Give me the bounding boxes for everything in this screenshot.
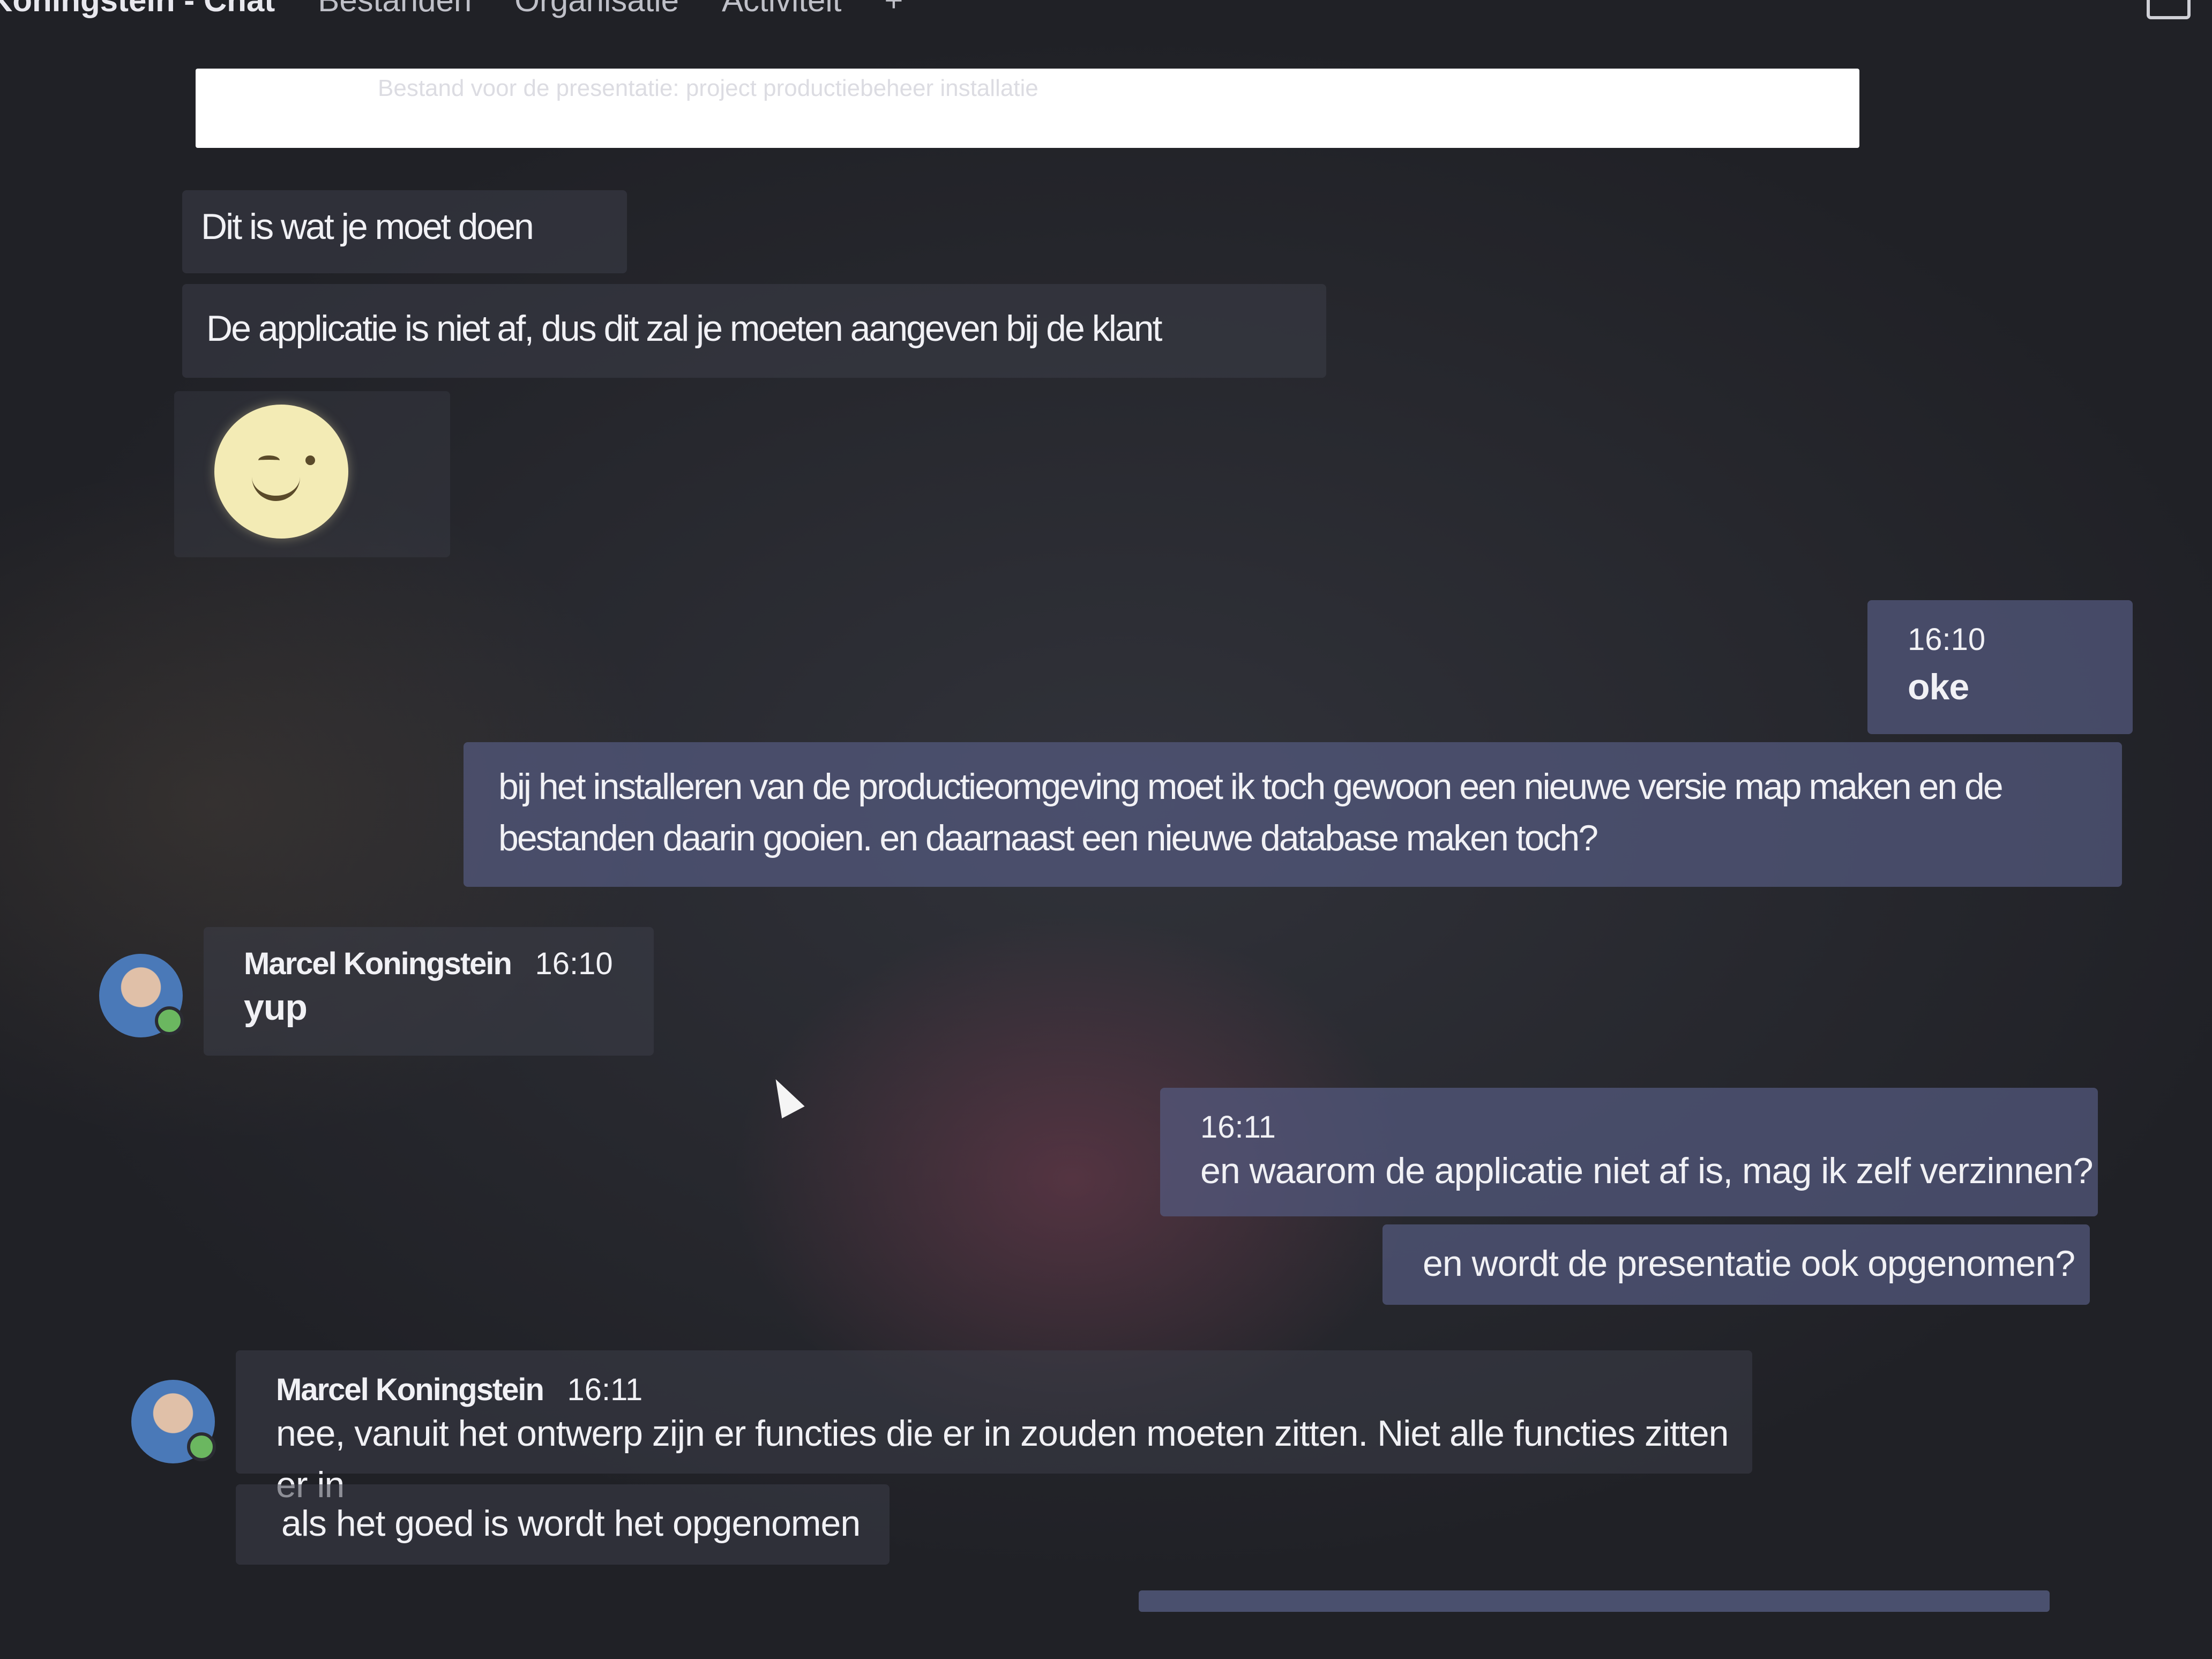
add-tab-button[interactable]: + — [884, 0, 903, 19]
mouse-pointer-icon — [764, 1073, 805, 1119]
emoji-mouth — [252, 464, 300, 501]
emoji-open-eye — [305, 455, 315, 465]
chat-message[interactable]: Marcel Koningstein 16:11 nee, vanuit het… — [236, 1350, 1752, 1505]
chat-header: Koningstein - Chat Bestanden Organisatie… — [0, 0, 2212, 21]
wink-emoji-icon — [214, 405, 348, 539]
message-text: en waarom de applicatie niet af is, mag … — [1200, 1150, 2094, 1191]
message-timestamp: 16:11 — [1200, 1110, 1276, 1145]
message-text: en wordt de presentatie ook opgenomen? — [1423, 1243, 2075, 1284]
video-call-icon[interactable] — [2147, 0, 2191, 19]
chat-message-own[interactable]: 16:10 oke — [1867, 600, 2133, 734]
chat-message[interactable]: De applicatie is niet af, dus dit zal je… — [182, 284, 1326, 378]
quoted-message[interactable]: Bestand voor de presentatie: project pro… — [196, 69, 1859, 148]
tab-organisatie[interactable]: Organisatie — [514, 0, 679, 19]
message-text: als het goed is wordt het opgenomen — [281, 1503, 861, 1544]
emoji-message[interactable] — [174, 391, 450, 557]
sender-name[interactable]: Marcel Koningstein — [244, 946, 512, 981]
quoted-message-text: Bestand voor de presentatie: project pro… — [378, 75, 1038, 101]
chat-message-own[interactable]: 16:11 en waarom de applicatie niet af is… — [1160, 1088, 2098, 1216]
chat-message-own[interactable]: bij het installeren van de productieomge… — [464, 742, 2122, 887]
message-text: bij het installeren van de productieomge… — [498, 766, 2004, 858]
presence-available-icon — [155, 1006, 184, 1035]
chat-title: Koningstein - Chat — [0, 0, 275, 18]
chat-message[interactable]: als het goed is wordt het opgenomen — [236, 1484, 890, 1565]
message-timestamp: 16:10 — [535, 946, 613, 981]
chat-message-own[interactable]: en wordt de presentatie ook opgenomen? — [1382, 1224, 2090, 1305]
message-text: oke — [1908, 667, 1969, 707]
avatar-marcel-koningstein[interactable] — [131, 1380, 216, 1463]
tab-activiteit[interactable]: Activiteit — [722, 0, 841, 19]
sender-name[interactable]: Marcel Koningstein — [276, 1372, 544, 1407]
chat-message[interactable]: Dit is wat je moet doen — [182, 190, 627, 273]
presence-available-icon — [187, 1432, 216, 1461]
message-text: Dit is wat je moet doen — [201, 206, 534, 247]
message-text: De applicatie is niet af, dus dit zal je… — [206, 308, 1162, 349]
chat-message[interactable]: Marcel Koningstein 16:10 yup — [204, 927, 654, 1056]
message-timestamp: 16:10 — [1908, 622, 1986, 657]
avatar-marcel-koningstein[interactable] — [99, 954, 184, 1037]
compose-box-edge[interactable] — [1139, 1590, 2050, 1612]
message-timestamp: 16:11 — [567, 1372, 643, 1407]
message-text: yup — [244, 987, 308, 1028]
tab-bestanden[interactable]: Bestanden — [318, 0, 472, 19]
